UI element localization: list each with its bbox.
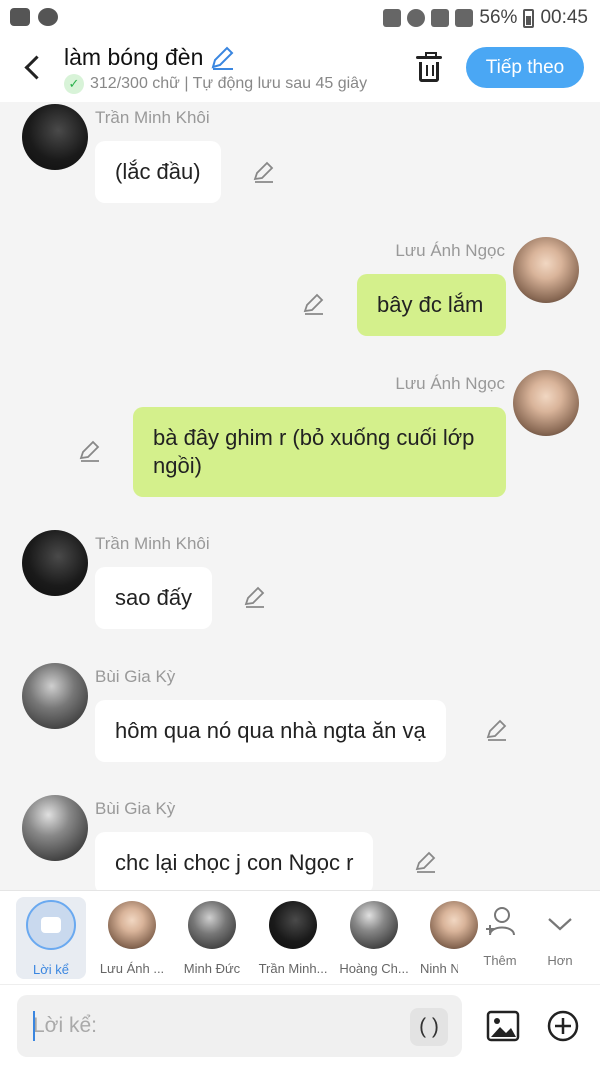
avatar[interactable] <box>22 795 88 861</box>
avatar <box>108 901 156 949</box>
text-caret <box>33 1011 35 1041</box>
wifi-icon <box>431 9 450 27</box>
message-bubble[interactable]: chc lại chọc j con Ngọc r <box>95 832 374 890</box>
edit-icon[interactable] <box>78 439 102 463</box>
chevron-down-icon <box>548 918 572 931</box>
message-bubble[interactable]: hôm qua nó qua nhà ngta ăn vạ <box>95 700 446 762</box>
trash-button[interactable] <box>414 52 444 84</box>
message-list[interactable]: Trần Minh Khôi (lắc đầu) Lưu Ánh Ngọc bâ… <box>0 102 600 890</box>
sender-name: Bùi Gia Kỳ <box>95 799 176 818</box>
sender-name: Lưu Ánh Ngọc <box>395 374 505 393</box>
alarm-icon <box>407 9 426 27</box>
image-icon[interactable] <box>486 1009 520 1043</box>
character-item[interactable]: Minh Đức <box>174 897 250 979</box>
add-icon[interactable] <box>546 1009 580 1043</box>
battery-percent: 56% <box>479 7 518 28</box>
character-item[interactable]: Hoàng Ch... <box>336 897 412 979</box>
edit-icon[interactable] <box>252 160 276 184</box>
more-button[interactable]: Hơn <box>530 897 590 979</box>
avatar <box>350 901 398 949</box>
character-item[interactable]: Trần Minh... <box>255 897 331 979</box>
pencil-icon[interactable] <box>209 45 235 71</box>
status-bar: 56% 00:45 <box>0 0 600 36</box>
battery-icon <box>523 8 535 28</box>
edit-icon[interactable] <box>302 292 326 316</box>
character-selector: Lời kể Lưu Ánh ... Minh Đức Trần Minh...… <box>0 890 600 984</box>
message-bubble[interactable]: (lắc đầu) <box>95 141 221 203</box>
avatar[interactable] <box>513 370 579 436</box>
signal-icon <box>455 9 474 27</box>
edit-icon[interactable] <box>485 718 509 742</box>
story-title: làm bóng đèn <box>64 44 204 70</box>
globe-icon <box>38 8 58 26</box>
youtube-icon <box>10 8 30 26</box>
add-person-icon <box>486 907 515 936</box>
avatar <box>269 901 317 949</box>
back-button[interactable] <box>18 50 48 84</box>
avatar[interactable] <box>22 663 88 729</box>
message-bubble[interactable]: bây đc lắm <box>357 274 506 336</box>
edit-icon[interactable] <box>243 585 267 609</box>
message-bubble[interactable]: sao đấy <box>95 567 213 629</box>
sender-name: Lưu Ánh Ngọc <box>395 241 505 260</box>
clock: 00:45 <box>540 7 588 28</box>
sender-name: Trần Minh Khôi <box>95 108 210 127</box>
trash-icon <box>416 52 442 59</box>
character-item[interactable]: Lưu Ánh ... <box>94 897 170 979</box>
next-button[interactable]: Tiếp theo <box>466 47 584 88</box>
message-bubble[interactable]: bà đây ghim r (bỏ xuống cuối lớp ngồi) <box>133 407 506 497</box>
parentheses-button[interactable]: ( ) <box>410 1008 448 1046</box>
narration-input[interactable] <box>17 995 462 1057</box>
recycle-icon <box>383 9 402 27</box>
sender-name: Bùi Gia Kỳ <box>95 667 176 686</box>
avatar[interactable] <box>22 104 88 170</box>
character-narrator[interactable]: Lời kể <box>16 897 86 979</box>
avatar <box>188 901 236 949</box>
saved-check-icon: ✓ <box>64 74 84 94</box>
add-character-button[interactable]: Thêm <box>470 897 530 979</box>
narrator-icon <box>26 900 76 950</box>
edit-icon[interactable] <box>414 850 438 874</box>
input-bar: ( ) <box>0 984 600 1067</box>
sender-name: Trần Minh Khôi <box>95 534 210 553</box>
avatar[interactable] <box>22 530 88 596</box>
header: làm bóng đèn ✓ 312/300 chữ | Tự động lưu… <box>0 36 600 102</box>
autosave-status: 312/300 chữ | Tự động lưu sau 45 giây <box>90 75 368 92</box>
character-item[interactable]: Ninh N <box>412 897 478 979</box>
avatar[interactable] <box>513 237 579 303</box>
